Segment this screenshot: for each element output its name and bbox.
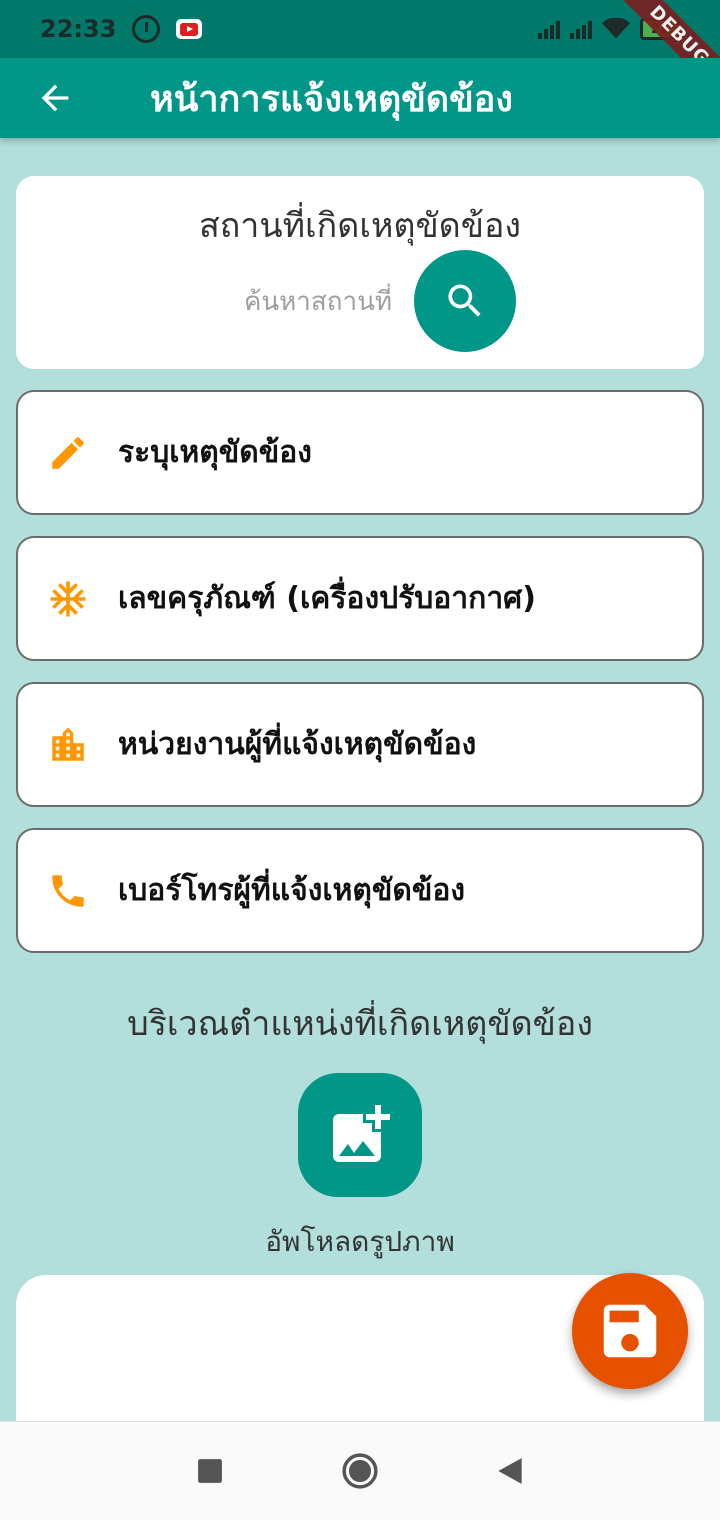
area-title: บริเวณตำแหน่งที่เกิดเหตุขัดข้อง	[127, 1004, 593, 1044]
back-button[interactable]	[0, 58, 110, 138]
wifi-icon	[602, 18, 630, 39]
location-card: สถานที่เกิดเหตุขัดข้อง ค้นหาสถานที่	[16, 176, 704, 369]
save-button[interactable]	[572, 1273, 688, 1389]
field-label: หน่วยงานผู้ที่แจ้งเหตุขัดข้อง	[118, 727, 477, 762]
alarm-icon	[132, 15, 161, 43]
location-title: สถานที่เกิดเหตุขัดข้อง	[198, 206, 522, 246]
arrow-left-icon	[41, 84, 69, 112]
app-bar: หน้าการแจ้งเหตุขัดข้อง	[0, 58, 720, 138]
phone-icon	[46, 869, 90, 913]
upload-image-button[interactable]	[298, 1073, 422, 1197]
location-search-input[interactable]: ค้นหาสถานที่	[244, 281, 392, 322]
field-label: เบอร์โทรผู้ที่แจ้งเหตุขัดข้อง	[118, 873, 466, 908]
search-icon	[448, 284, 481, 317]
signal-icon-2	[570, 19, 592, 39]
snowflake-icon	[46, 577, 90, 621]
add-photo-icon	[333, 1105, 390, 1162]
youtube-icon	[176, 19, 203, 39]
system-nav-bar	[0, 1421, 720, 1520]
recents-button[interactable]	[185, 1446, 235, 1496]
pencil-icon	[46, 431, 90, 475]
triangle-back-icon	[498, 1458, 522, 1484]
status-bar: 22:33 28 DEBUG	[0, 0, 720, 99]
save-icon	[603, 1304, 657, 1358]
field-label: เลขครุภัณฑ์ (เครื่องปรับอากาศ)	[118, 581, 536, 616]
back-nav-button[interactable]	[485, 1446, 535, 1496]
page-title: หน้าการแจ้งเหตุขัดข้อง	[150, 78, 513, 120]
search-button[interactable]	[414, 250, 517, 352]
home-button[interactable]	[335, 1446, 385, 1496]
field-label: ระบุเหตุขัดข้อง	[118, 435, 312, 470]
square-icon	[198, 1459, 222, 1483]
asset-number-field[interactable]: เลขครุภัณฑ์ (เครื่องปรับอากาศ)	[16, 536, 704, 661]
issue-description-field[interactable]: ระบุเหตุขัดข้อง	[16, 390, 704, 515]
phone-field[interactable]: เบอร์โทรผู้ที่แจ้งเหตุขัดข้อง	[16, 828, 704, 953]
location-search-row: ค้นหาสถานที่	[16, 250, 704, 352]
status-time: 22:33	[40, 15, 117, 43]
building-icon	[46, 723, 90, 767]
upload-label: อัพโหลดรูปภาพ	[265, 1225, 455, 1258]
signal-icon	[538, 19, 560, 39]
circle-icon	[342, 1453, 378, 1489]
department-field[interactable]: หน่วยงานผู้ที่แจ้งเหตุขัดข้อง	[16, 682, 704, 807]
